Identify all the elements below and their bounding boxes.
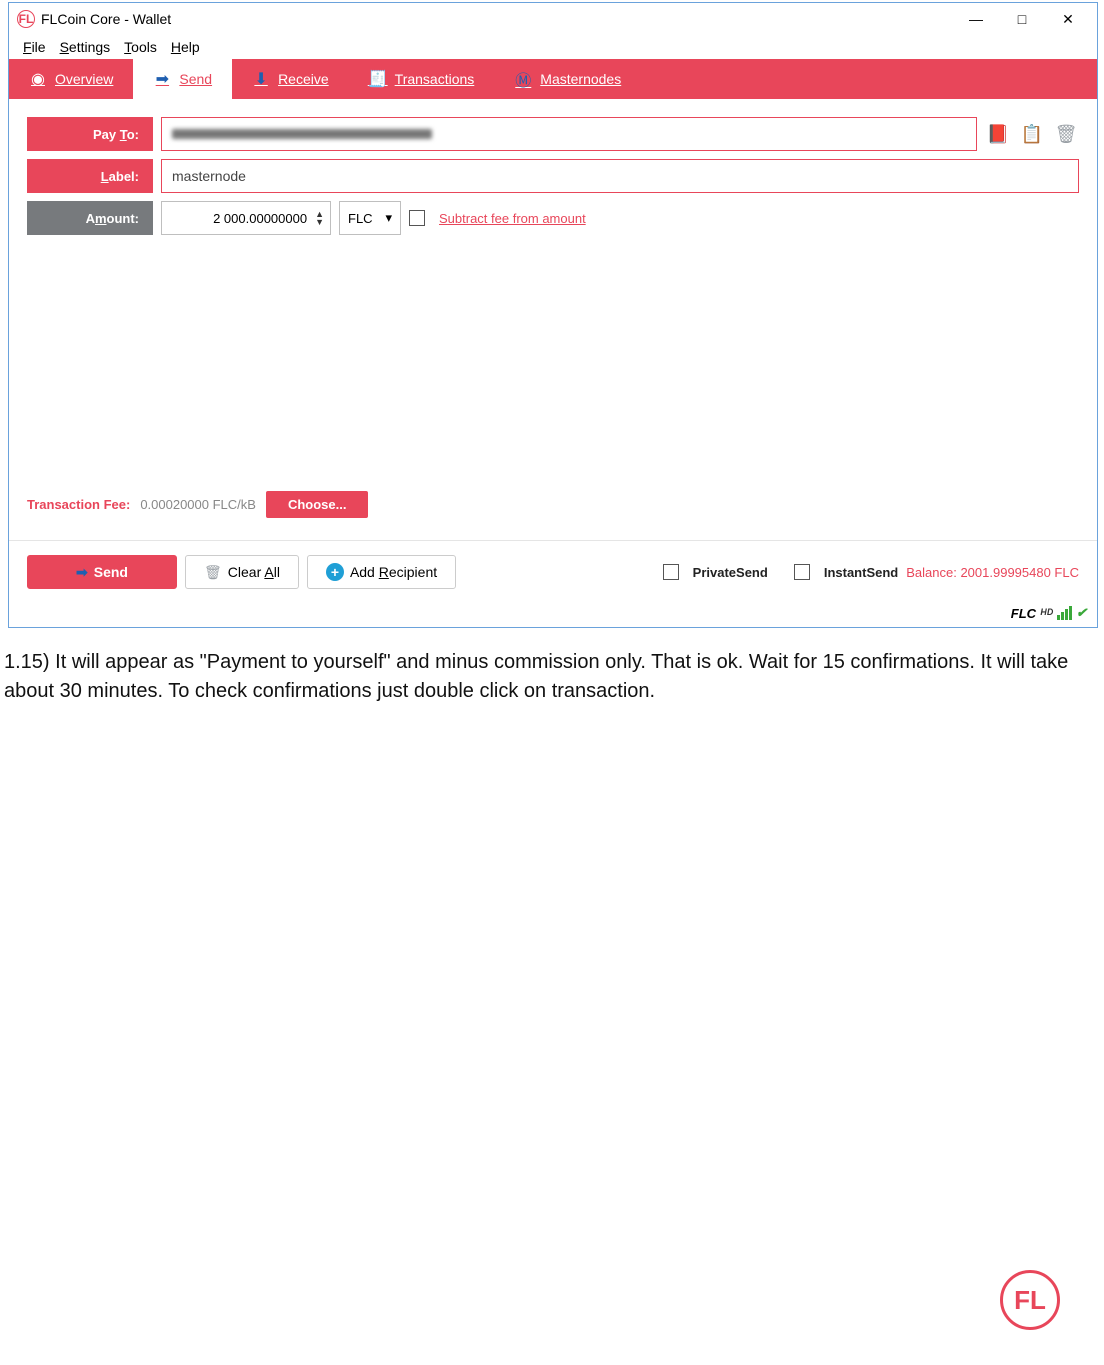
clipboard-icon[interactable]: 📋 bbox=[1019, 121, 1045, 147]
maximize-button[interactable]: □ bbox=[999, 4, 1045, 34]
unit-value: FLC bbox=[348, 211, 373, 226]
clear-all-button[interactable]: 🗑 Clear All bbox=[185, 555, 299, 589]
choose-fee-button[interactable]: Choose... bbox=[266, 491, 369, 518]
tab-send-label: Send bbox=[179, 71, 212, 87]
trash-icon: 🗑 bbox=[204, 564, 222, 581]
hd-icon: ᴴᴰ bbox=[1040, 606, 1053, 621]
trash-icon[interactable]: 🗑 bbox=[1053, 121, 1079, 147]
titlebar: FL FLCoin Core - Wallet — □ ✕ bbox=[9, 3, 1097, 35]
send-arrow-icon: ➡ bbox=[76, 564, 88, 581]
amount-label: Amount: bbox=[27, 201, 153, 235]
payto-input[interactable] bbox=[161, 117, 977, 151]
plus-icon: + bbox=[326, 563, 344, 581]
send-form: Pay To: 📕 📋 🗑 Label: masternode Amount: … bbox=[9, 99, 1097, 483]
instantsend-label: InstantSend bbox=[824, 565, 898, 580]
send-button[interactable]: ➡ Send bbox=[27, 555, 177, 589]
addressbook-icon[interactable]: 📕 bbox=[985, 121, 1011, 147]
bottom-bar: ➡ Send 🗑 Clear All + Add Recipient Priva… bbox=[9, 540, 1097, 601]
masternodes-icon: Ⓜ bbox=[514, 70, 532, 88]
privatesend-checkbox[interactable] bbox=[663, 564, 679, 580]
tab-transactions[interactable]: 🧾 Transactions bbox=[349, 59, 495, 99]
menu-settings[interactable]: Settings bbox=[60, 39, 111, 55]
tab-overview[interactable]: ◉ Overview bbox=[9, 59, 133, 99]
tab-receive[interactable]: ⬇ Receive bbox=[232, 59, 349, 99]
amount-value: 2 000.00000000 bbox=[213, 211, 315, 226]
menubar: File Settings Tools Help bbox=[9, 35, 1097, 59]
unit-select[interactable]: FLC ▾ bbox=[339, 201, 401, 235]
window-title: FLCoin Core - Wallet bbox=[41, 11, 171, 27]
clear-all-label: Clear All bbox=[228, 564, 280, 580]
overview-icon: ◉ bbox=[29, 70, 47, 88]
chevron-down-icon: ▾ bbox=[385, 210, 392, 226]
tab-send[interactable]: ➡ Send bbox=[133, 59, 232, 99]
instantsend-checkbox[interactable] bbox=[794, 564, 810, 580]
tab-overview-label: Overview bbox=[55, 71, 113, 87]
payto-value-redacted bbox=[172, 129, 432, 139]
fee-row: Transaction Fee: 0.00020000 FLC/kB Choos… bbox=[9, 483, 1097, 526]
receive-arrow-icon: ⬇ bbox=[252, 70, 270, 88]
menu-help[interactable]: Help bbox=[171, 39, 200, 55]
payto-label: Pay To: bbox=[27, 117, 153, 151]
wallet-window: FL FLCoin Core - Wallet — □ ✕ File Setti… bbox=[8, 2, 1098, 628]
status-unit: FLC bbox=[1011, 606, 1036, 621]
add-recipient-button[interactable]: + Add Recipient bbox=[307, 555, 456, 589]
tab-transactions-label: Transactions bbox=[395, 71, 475, 87]
tab-masternodes-label: Masternodes bbox=[540, 71, 621, 87]
privatesend-label: PrivateSend bbox=[693, 565, 768, 580]
fee-label: Transaction Fee: bbox=[27, 497, 130, 512]
balance-value: 2001.99995480 FLC bbox=[960, 565, 1079, 580]
menu-tools[interactable]: Tools bbox=[124, 39, 157, 55]
network-signal-icon bbox=[1057, 606, 1072, 620]
balance-label: Balance: bbox=[906, 565, 957, 580]
amount-input[interactable]: 2 000.00000000 ▲▼ bbox=[161, 201, 331, 235]
subtract-fee-label: Subtract fee from amount bbox=[439, 211, 586, 226]
status-bar: FLC ᴴᴰ ✔ bbox=[9, 601, 1097, 627]
minimize-button[interactable]: — bbox=[953, 4, 999, 34]
close-button[interactable]: ✕ bbox=[1045, 4, 1091, 34]
label-input[interactable]: masternode bbox=[161, 159, 1079, 193]
doc-caption: 1.15) It will appear as "Payment to your… bbox=[0, 648, 1104, 706]
add-recipient-label: Add Recipient bbox=[350, 564, 437, 580]
send-arrow-icon: ➡ bbox=[153, 70, 171, 88]
tab-bar: ◉ Overview ➡ Send ⬇ Receive 🧾 Transactio… bbox=[9, 59, 1097, 99]
balance: Balance: 2001.99995480 FLC bbox=[906, 565, 1079, 580]
menu-file[interactable]: File bbox=[23, 39, 46, 55]
amount-stepper[interactable]: ▲▼ bbox=[315, 210, 324, 226]
tab-receive-label: Receive bbox=[278, 71, 329, 87]
tab-masternodes[interactable]: Ⓜ Masternodes bbox=[494, 59, 641, 99]
subtract-fee-checkbox[interactable] bbox=[409, 210, 425, 226]
page-footer-logo: FL bbox=[1000, 1270, 1060, 1330]
send-button-label: Send bbox=[94, 564, 128, 580]
transactions-icon: 🧾 bbox=[369, 70, 387, 88]
sync-ok-icon: ✔ bbox=[1076, 605, 1087, 621]
app-logo-icon: FL bbox=[17, 10, 35, 28]
fee-value: 0.00020000 FLC/kB bbox=[140, 497, 256, 512]
label-label: Label: bbox=[27, 159, 153, 193]
